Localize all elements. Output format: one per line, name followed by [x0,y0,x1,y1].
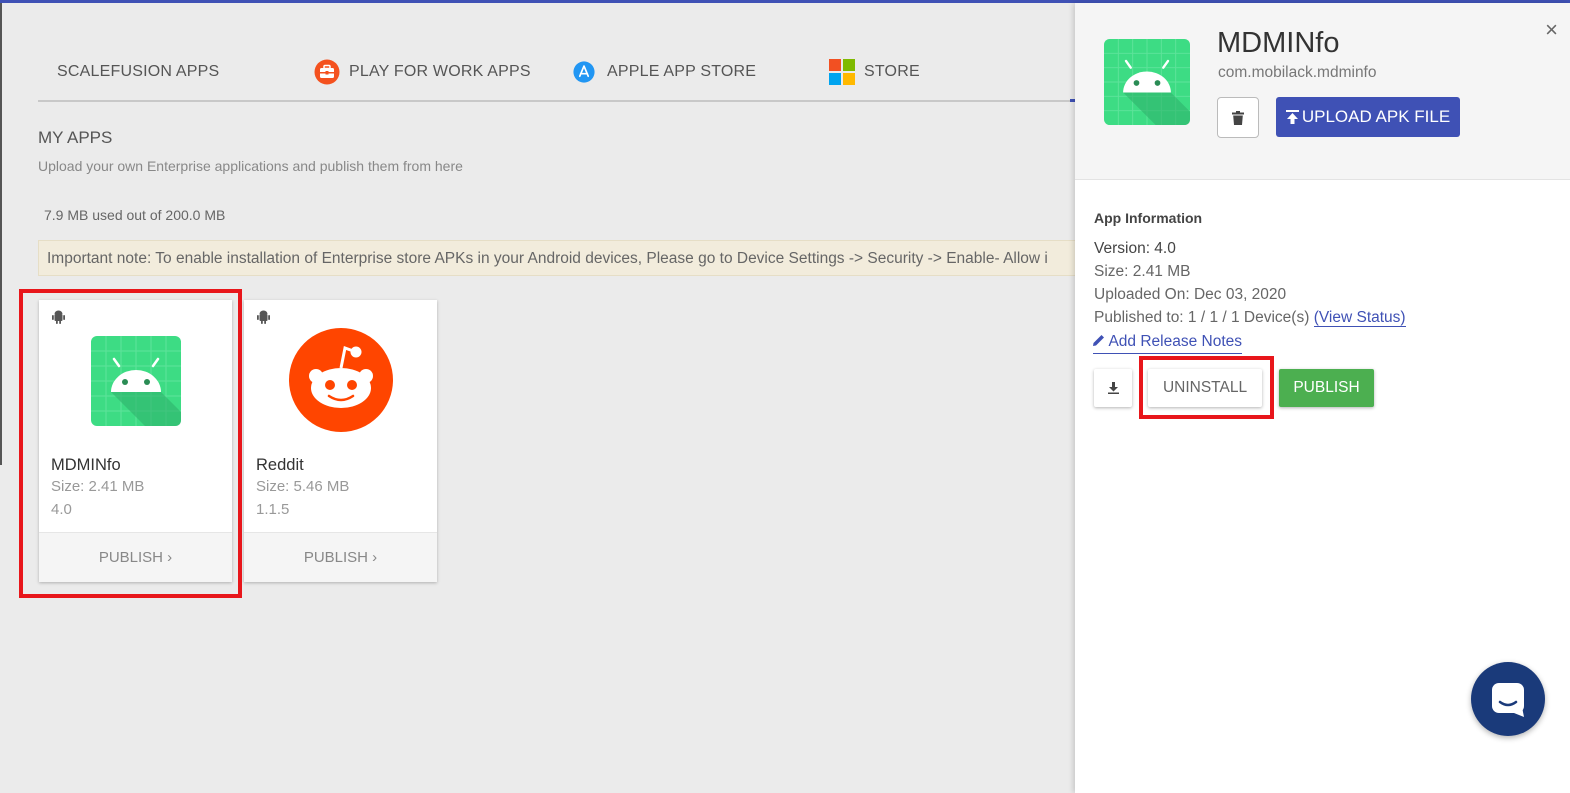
app-card-reddit[interactable]: Reddit Size: 5.46 MB 1.1.5 PUBLISH › [244,300,437,582]
tab-scalefusion-apps[interactable]: SCALEFUSION APPS [57,48,219,96]
publish-link[interactable]: PUBLISH › [244,532,437,582]
delete-button[interactable] [1217,97,1259,138]
close-icon[interactable]: × [1545,19,1558,41]
app-version-info: Version: 4.0 [1094,240,1176,257]
app-info-heading: App Information [1094,210,1203,226]
trash-icon [1232,110,1244,125]
panel-package-name: com.mobilack.mdminfo [1218,64,1377,81]
download-button[interactable] [1094,369,1132,407]
windows-icon [829,59,855,85]
mdminfo-app-icon [1104,39,1190,125]
app-size: Size: 5.46 MB [256,478,350,495]
upload-icon [1285,110,1299,124]
app-size: Size: 2.41 MB [51,478,145,495]
mdminfo-app-icon [91,336,181,426]
upload-apk-button[interactable]: UPLOAD APK FILE [1276,97,1460,137]
view-status-link[interactable]: (View Status) [1313,309,1406,327]
storage-usage: 7.9 MB used out of 200.0 MB [44,207,226,223]
tab-label: SCALEFUSION APPS [57,63,220,80]
publish-button[interactable]: PUBLISH [1279,369,1374,407]
tab-play-for-work-apps[interactable]: PLAY FOR WORK APPS [314,48,531,96]
important-note: Important note: To enable installation o… [38,240,1078,276]
upload-label: UPLOAD APK FILE [1301,107,1451,126]
tab-apple-app-store[interactable]: APPLE APP STORE [573,48,756,96]
release-notes-label: Add Release Notes [1108,333,1243,350]
android-icon [52,310,65,324]
tab-label: APPLE APP STORE [607,63,757,80]
tab-label: STORE [864,63,920,80]
left-border [0,3,2,465]
android-icon [257,310,270,324]
tab-label: PLAY FOR WORK APPS [349,63,531,80]
store-tabs: SCALEFUSION APPS PLAY FOR WORK APPS APPL… [38,48,1078,102]
section-subtitle: Upload your own Enterprise applications … [38,158,463,174]
publish-link[interactable]: PUBLISH › [39,532,232,582]
tab-store[interactable]: STORE [829,48,920,96]
add-release-notes-link[interactable]: Add Release Notes [1093,333,1243,354]
chat-button[interactable] [1471,662,1545,736]
app-version: 4.0 [51,501,72,518]
published-text: Published to: 1 / 1 / 1 Device(s) [1094,309,1310,326]
app-version: 1.1.5 [256,501,290,518]
app-store-icon [573,61,595,83]
chat-icon [1492,683,1524,717]
app-size-info: Size: 2.41 MB [1094,263,1191,280]
section-title: MY APPS [38,128,113,147]
uninstall-button[interactable]: UNINSTALL [1148,369,1262,407]
reddit-app-icon [289,328,393,432]
download-icon [1107,382,1119,394]
panel-header: × MDMINfo com.mobilack.mdminfo UPLOAD AP… [1075,3,1570,180]
app-uploaded-info: Uploaded On: Dec 03, 2020 [1094,286,1287,303]
briefcase-icon [314,59,340,85]
panel-app-title: MDMINfo [1217,27,1340,59]
app-name: Reddit [256,456,304,474]
pencil-icon [1093,335,1104,346]
app-name: MDMINfo [51,456,121,474]
app-card-mdminfo[interactable]: MDMINfo Size: 2.41 MB 4.0 PUBLISH › [39,300,232,582]
app-published-info: Published to: 1 / 1 / 1 Device(s) (View … [1094,309,1406,327]
